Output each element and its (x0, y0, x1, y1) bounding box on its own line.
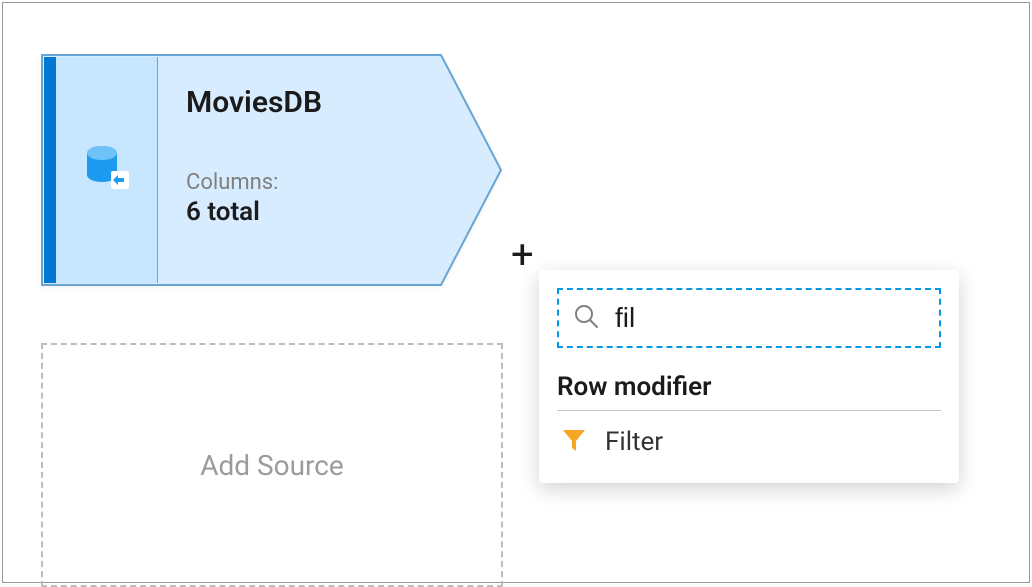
source-node[interactable]: MoviesDB Columns: 6 total (41, 54, 503, 286)
source-columns-value: 6 total (186, 197, 448, 227)
transformation-search-box[interactable] (557, 288, 941, 348)
search-icon (573, 303, 599, 333)
transformation-option-label: Filter (605, 427, 663, 457)
add-source-label: Add Source (200, 449, 344, 482)
source-columns-label: Columns: (186, 170, 448, 195)
add-transformation-button[interactable]: + (511, 235, 534, 275)
popup-section-header: Row modifier (557, 372, 941, 411)
plus-icon: + (511, 231, 534, 278)
source-node-icon-area (56, 57, 158, 283)
database-source-icon (85, 143, 129, 197)
transformation-picker-popup: Row modifier Filter (539, 270, 959, 483)
source-node-accent-stripe (44, 57, 56, 283)
transformation-option-filter[interactable]: Filter (557, 411, 941, 461)
source-node-title: MoviesDB (186, 85, 448, 120)
add-source-placeholder[interactable]: Add Source (41, 343, 503, 587)
transformation-search-input[interactable] (613, 301, 925, 335)
canvas-frame: MoviesDB Columns: 6 total + Add Source R… (2, 2, 1030, 583)
filter-icon (561, 427, 587, 457)
source-node-body: MoviesDB Columns: 6 total (158, 57, 458, 283)
